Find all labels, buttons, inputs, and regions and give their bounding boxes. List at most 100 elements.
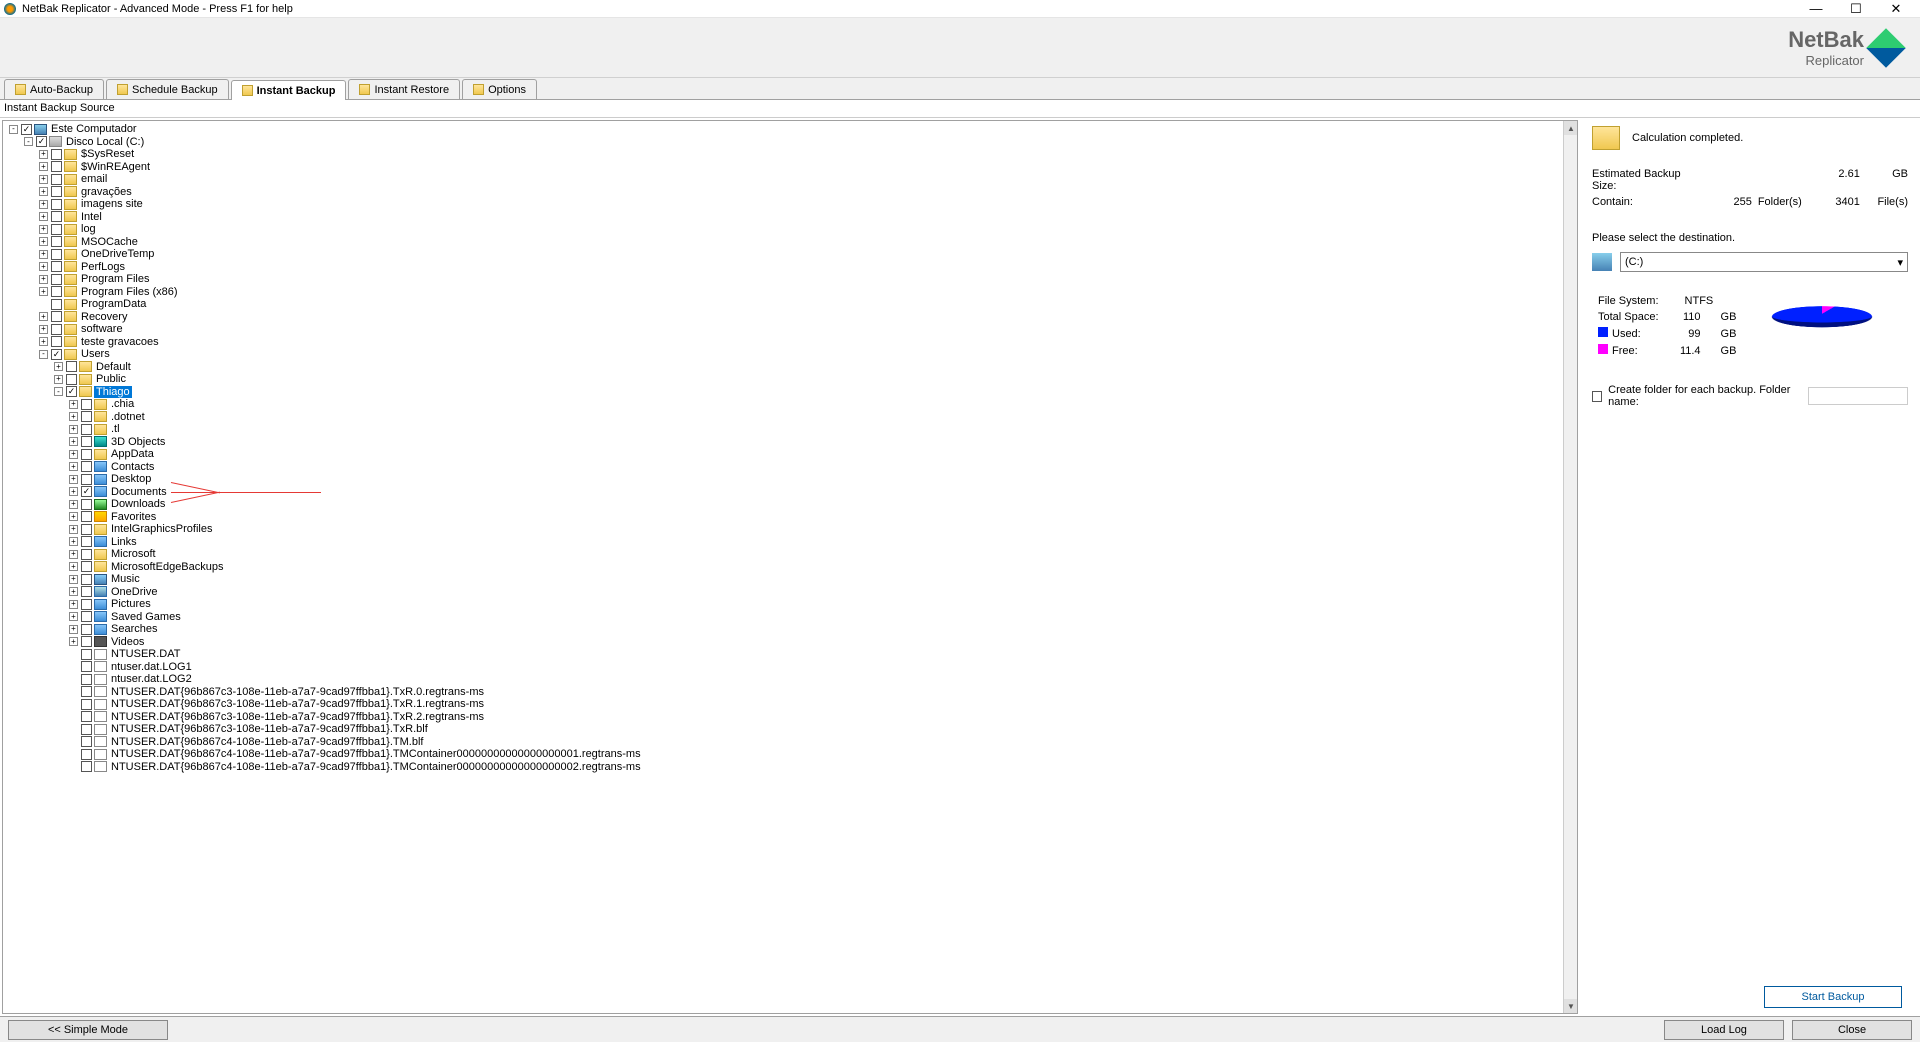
node-checkbox[interactable]	[81, 561, 92, 572]
node-checkbox[interactable]	[81, 686, 92, 697]
node-checkbox[interactable]	[51, 186, 62, 197]
expand-toggle[interactable]: +	[39, 250, 48, 259]
node-checkbox[interactable]	[81, 699, 92, 710]
tree-node[interactable]: +OneDriveTemp	[3, 248, 1577, 261]
node-checkbox[interactable]	[51, 299, 62, 310]
expand-toggle[interactable]: +	[39, 325, 48, 334]
expand-toggle[interactable]: +	[69, 562, 78, 571]
tree-node[interactable]: +Links	[3, 536, 1577, 549]
node-checkbox[interactable]	[51, 174, 62, 185]
node-checkbox[interactable]	[51, 249, 62, 260]
tree-node[interactable]: NTUSER.DAT{96b867c4-108e-11eb-a7a7-9cad9…	[3, 736, 1577, 749]
node-checkbox[interactable]	[81, 599, 92, 610]
expand-toggle[interactable]: +	[39, 200, 48, 209]
expand-toggle[interactable]: +	[69, 575, 78, 584]
node-checkbox[interactable]	[66, 361, 77, 372]
node-checkbox[interactable]	[81, 524, 92, 535]
expand-toggle[interactable]: +	[69, 612, 78, 621]
expand-toggle[interactable]: +	[39, 275, 48, 284]
scroll-up-icon[interactable]: ▲	[1564, 121, 1578, 135]
expand-toggle[interactable]: +	[69, 625, 78, 634]
tree-node[interactable]: -Thiago	[3, 386, 1577, 399]
expand-toggle[interactable]: +	[69, 587, 78, 596]
expand-toggle[interactable]: +	[39, 262, 48, 271]
node-checkbox[interactable]	[81, 611, 92, 622]
node-checkbox[interactable]	[51, 161, 62, 172]
tree-node[interactable]: +MicrosoftEdgeBackups	[3, 561, 1577, 574]
node-checkbox[interactable]	[81, 511, 92, 522]
expand-toggle[interactable]: +	[39, 337, 48, 346]
tree-node[interactable]: +Favorites	[3, 511, 1577, 524]
expand-toggle[interactable]: -	[54, 387, 63, 396]
tree-node[interactable]: +Desktop	[3, 473, 1577, 486]
expand-toggle[interactable]: +	[69, 475, 78, 484]
tree-node[interactable]: +Saved Games	[3, 611, 1577, 624]
expand-toggle[interactable]: +	[69, 425, 78, 434]
tree-node[interactable]: +Program Files (x86)	[3, 286, 1577, 299]
expand-toggle[interactable]: +	[69, 550, 78, 559]
tree-node[interactable]: NTUSER.DAT{96b867c3-108e-11eb-a7a7-9cad9…	[3, 723, 1577, 736]
node-checkbox[interactable]	[81, 486, 92, 497]
node-checkbox[interactable]	[21, 124, 32, 135]
expand-toggle[interactable]: +	[69, 487, 78, 496]
node-checkbox[interactable]	[51, 261, 62, 272]
load-log-button[interactable]: Load Log	[1664, 1020, 1784, 1040]
node-checkbox[interactable]	[51, 286, 62, 297]
tree-node[interactable]: NTUSER.DAT{96b867c4-108e-11eb-a7a7-9cad9…	[3, 748, 1577, 761]
simple-mode-button[interactable]: << Simple Mode	[8, 1020, 168, 1040]
tree-node[interactable]: +Documents	[3, 486, 1577, 499]
expand-toggle[interactable]: +	[69, 412, 78, 421]
expand-toggle[interactable]: +	[39, 287, 48, 296]
tree-node[interactable]: +Searches	[3, 623, 1577, 636]
tree-node[interactable]: +Downloads	[3, 498, 1577, 511]
tree-node[interactable]: +OneDrive	[3, 586, 1577, 599]
tab-auto-backup[interactable]: Auto-Backup	[4, 79, 104, 99]
node-checkbox[interactable]	[81, 399, 92, 410]
tree-node[interactable]: +teste gravacoes	[3, 336, 1577, 349]
tree-node[interactable]: +imagens site	[3, 198, 1577, 211]
node-checkbox[interactable]	[81, 449, 92, 460]
tree-node[interactable]: +Intel	[3, 211, 1577, 224]
tree-node[interactable]: +.tl	[3, 423, 1577, 436]
expand-toggle[interactable]: +	[69, 462, 78, 471]
node-checkbox[interactable]	[81, 536, 92, 547]
tree-node[interactable]: ntuser.dat.LOG1	[3, 661, 1577, 674]
node-checkbox[interactable]	[51, 236, 62, 247]
expand-toggle[interactable]: +	[69, 537, 78, 546]
expand-toggle[interactable]: -	[39, 350, 48, 359]
expand-toggle[interactable]: +	[69, 450, 78, 459]
expand-toggle[interactable]: +	[39, 237, 48, 246]
close-button[interactable]: ✕	[1876, 0, 1916, 18]
expand-toggle[interactable]: +	[69, 525, 78, 534]
tree-node[interactable]: +MSOCache	[3, 236, 1577, 249]
expand-toggle[interactable]: +	[39, 225, 48, 234]
tree-node[interactable]: +AppData	[3, 448, 1577, 461]
node-checkbox[interactable]	[81, 749, 92, 760]
tree-node[interactable]: +Contacts	[3, 461, 1577, 474]
tab-instant-backup[interactable]: Instant Backup	[231, 80, 347, 100]
start-backup-button[interactable]: Start Backup	[1764, 986, 1902, 1008]
tree-node[interactable]: +Pictures	[3, 598, 1577, 611]
expand-toggle[interactable]: +	[39, 175, 48, 184]
tree-node[interactable]: +Microsoft	[3, 548, 1577, 561]
expand-toggle[interactable]: +	[69, 400, 78, 409]
tree-node[interactable]: +$WinREAgent	[3, 161, 1577, 174]
tree-node[interactable]: +IntelGraphicsProfiles	[3, 523, 1577, 536]
tree-node[interactable]: +Videos	[3, 636, 1577, 649]
tree-node[interactable]: +$SysReset	[3, 148, 1577, 161]
expand-toggle[interactable]: +	[69, 437, 78, 446]
node-checkbox[interactable]	[81, 624, 92, 635]
node-checkbox[interactable]	[81, 549, 92, 560]
tree-node[interactable]: +email	[3, 173, 1577, 186]
node-checkbox[interactable]	[81, 649, 92, 660]
node-checkbox[interactable]	[66, 386, 77, 397]
folder-name-input[interactable]	[1808, 387, 1908, 405]
expand-toggle[interactable]: +	[54, 375, 63, 384]
minimize-button[interactable]: —	[1796, 0, 1836, 18]
tree-node[interactable]: +Default	[3, 361, 1577, 374]
tree-node[interactable]: NTUSER.DAT	[3, 648, 1577, 661]
expand-toggle[interactable]: +	[69, 637, 78, 646]
tree-node[interactable]: ProgramData	[3, 298, 1577, 311]
expand-toggle[interactable]: +	[54, 362, 63, 371]
expand-toggle[interactable]: +	[69, 500, 78, 509]
